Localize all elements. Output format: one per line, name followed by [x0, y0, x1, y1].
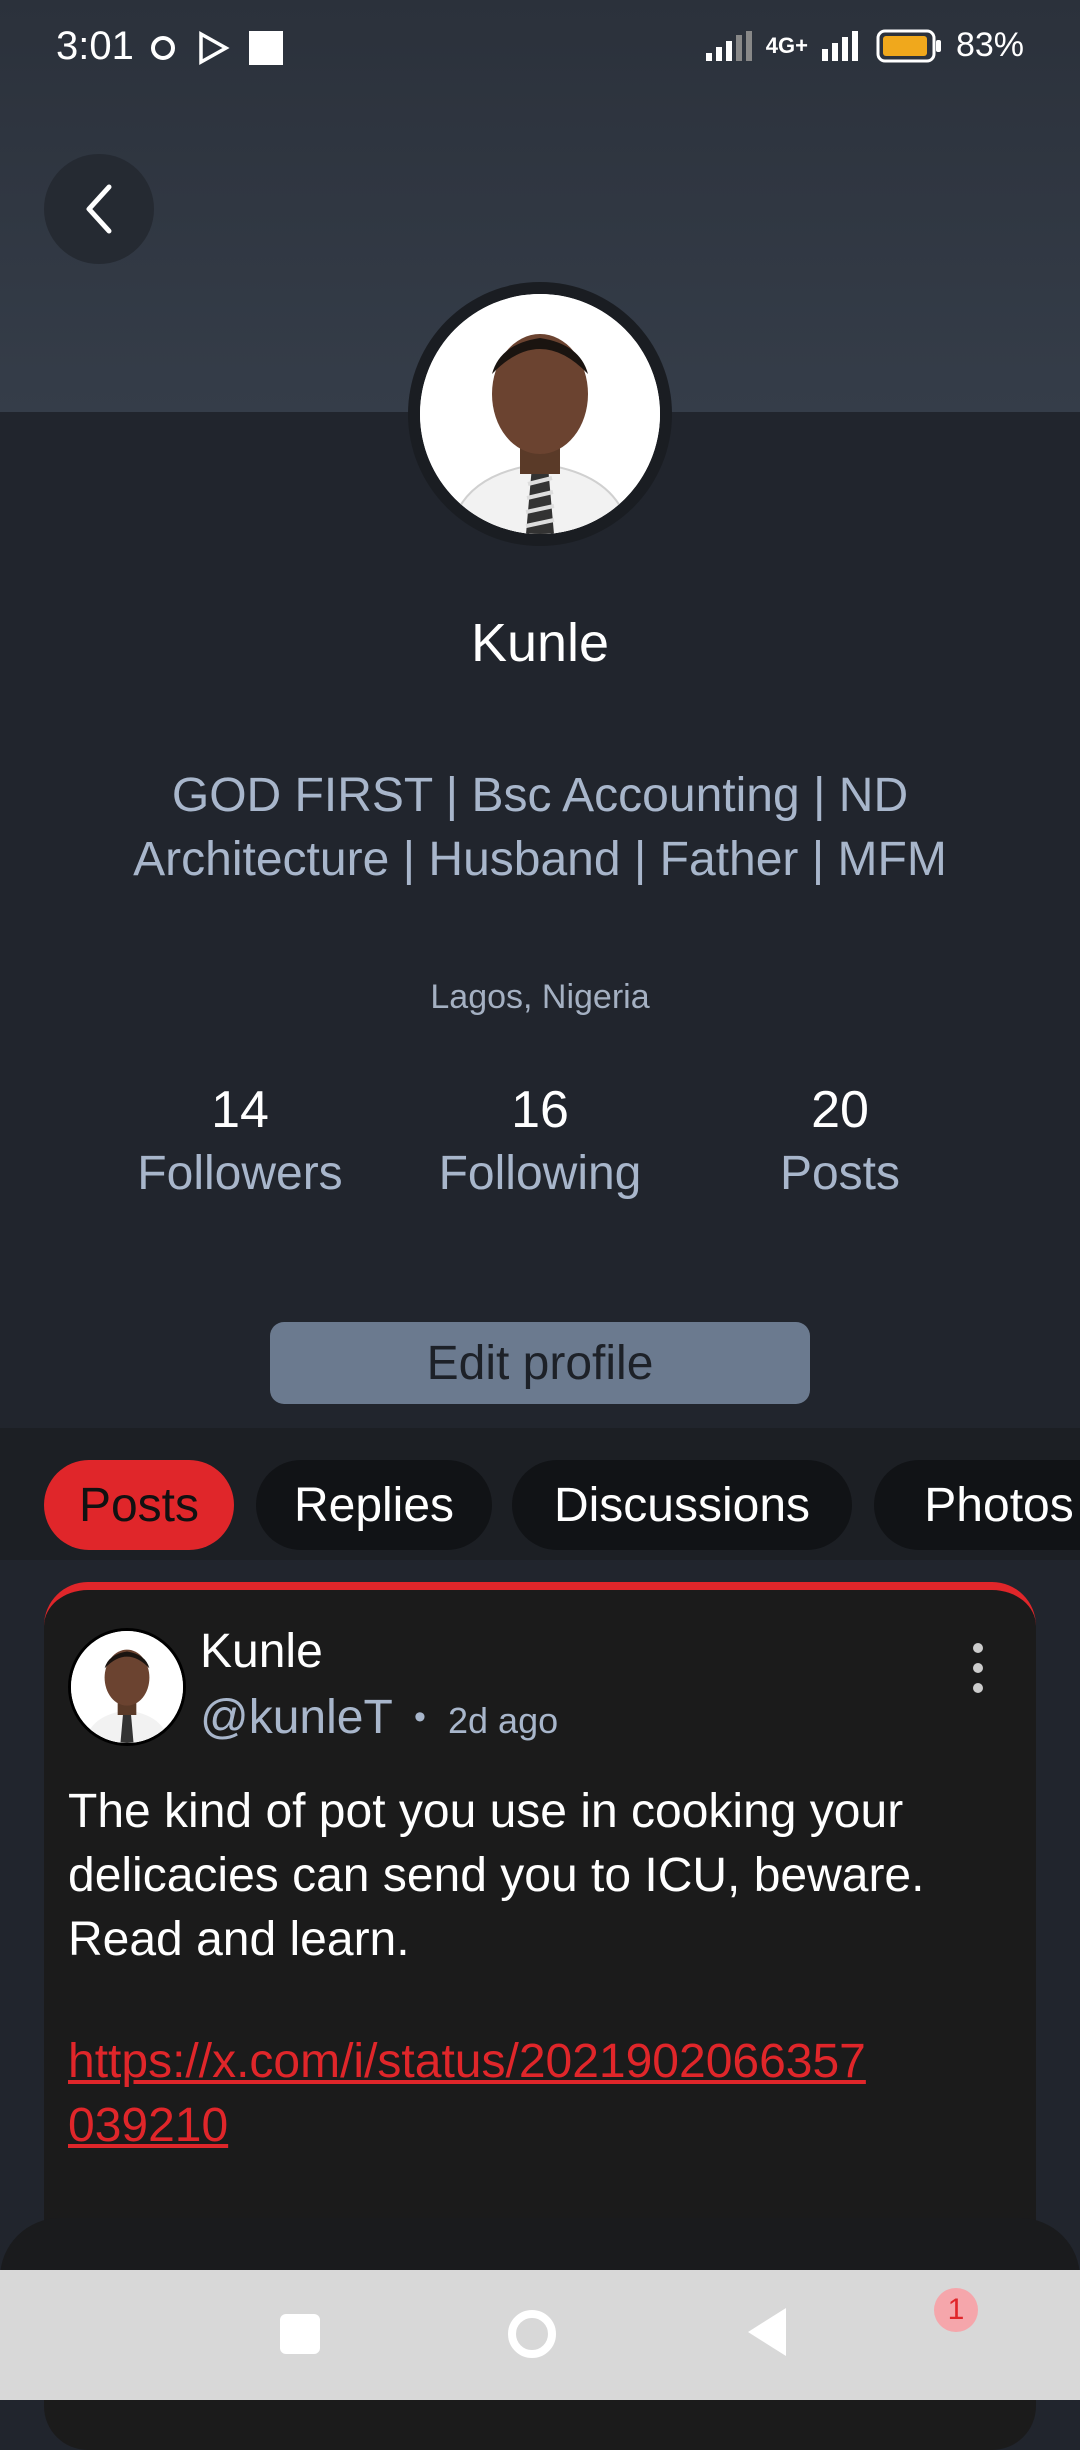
edit-profile-button[interactable]: Edit profile [270, 1322, 810, 1404]
chevron-left-icon [86, 184, 112, 234]
profile-location: Lagos, Nigeria [430, 978, 650, 1016]
tab-posts[interactable]: Posts [44, 1460, 234, 1550]
post-timestamp: 2d ago [448, 1700, 559, 1741]
battery-icon [876, 29, 941, 62]
post-author-avatar[interactable] [68, 1628, 186, 1746]
following-label: Following [438, 1147, 642, 1200]
network-type-label: 4G+ [765, 32, 808, 58]
post-link[interactable]: https://x.com/i/status/20219020663570392… [68, 2030, 868, 2158]
profile-avatar[interactable] [408, 282, 672, 546]
signal-icon-2 [821, 30, 858, 61]
posts-count: 20 [811, 1081, 869, 1139]
person-portrait-icon [71, 1631, 183, 1743]
post-body-text: The kind of pot you use in cooking your … [68, 1785, 925, 1966]
status-bar: 3:01 4G+ 83% [0, 0, 1080, 100]
back-nav-button[interactable] [748, 2308, 786, 2356]
signal-icon [705, 30, 752, 61]
profile-bio: GOD FIRST | Bsc Accounting | ND Architec… [133, 769, 947, 886]
following-count: 16 [511, 1081, 569, 1139]
post-author-name[interactable]: Kunle [200, 1624, 323, 1679]
home-button[interactable] [508, 2310, 556, 2358]
status-notification-icons [148, 30, 284, 66]
profile-tabs: Posts Replies Discussions Photos [0, 1428, 1080, 1560]
stat-following[interactable]: 16 Following [390, 1080, 690, 1201]
avatar-photo [420, 294, 660, 534]
posts-label: Posts [779, 1147, 901, 1200]
stat-followers[interactable]: 14 Followers [90, 1080, 390, 1201]
followers-label: Followers [137, 1147, 343, 1200]
recent-apps-button[interactable] [280, 2314, 320, 2354]
profile-name: Kunle [470, 613, 610, 673]
tab-replies[interactable]: Replies [256, 1460, 492, 1550]
battery-percentage: 83% [955, 26, 1024, 64]
stat-posts[interactable]: 20 Posts [690, 1080, 990, 1201]
notification-badge: 1 [934, 2288, 978, 2332]
notification-square-icon [249, 31, 283, 65]
post-author-handle[interactable]: @kunleT [200, 1690, 393, 1745]
back-button[interactable] [44, 154, 154, 264]
tab-discussions[interactable]: Discussions [512, 1460, 852, 1550]
status-time: 3:01 [56, 24, 134, 68]
person-portrait-icon [420, 294, 660, 534]
system-navigation-bar: 1 [0, 2270, 1080, 2400]
sync-icon [151, 36, 175, 60]
more-options-icon[interactable] [968, 1638, 988, 1698]
tab-photos[interactable]: Photos [874, 1460, 1080, 1550]
meta-separator: • [414, 1698, 426, 1736]
play-store-icon [199, 31, 230, 65]
followers-count: 14 [211, 1081, 269, 1139]
